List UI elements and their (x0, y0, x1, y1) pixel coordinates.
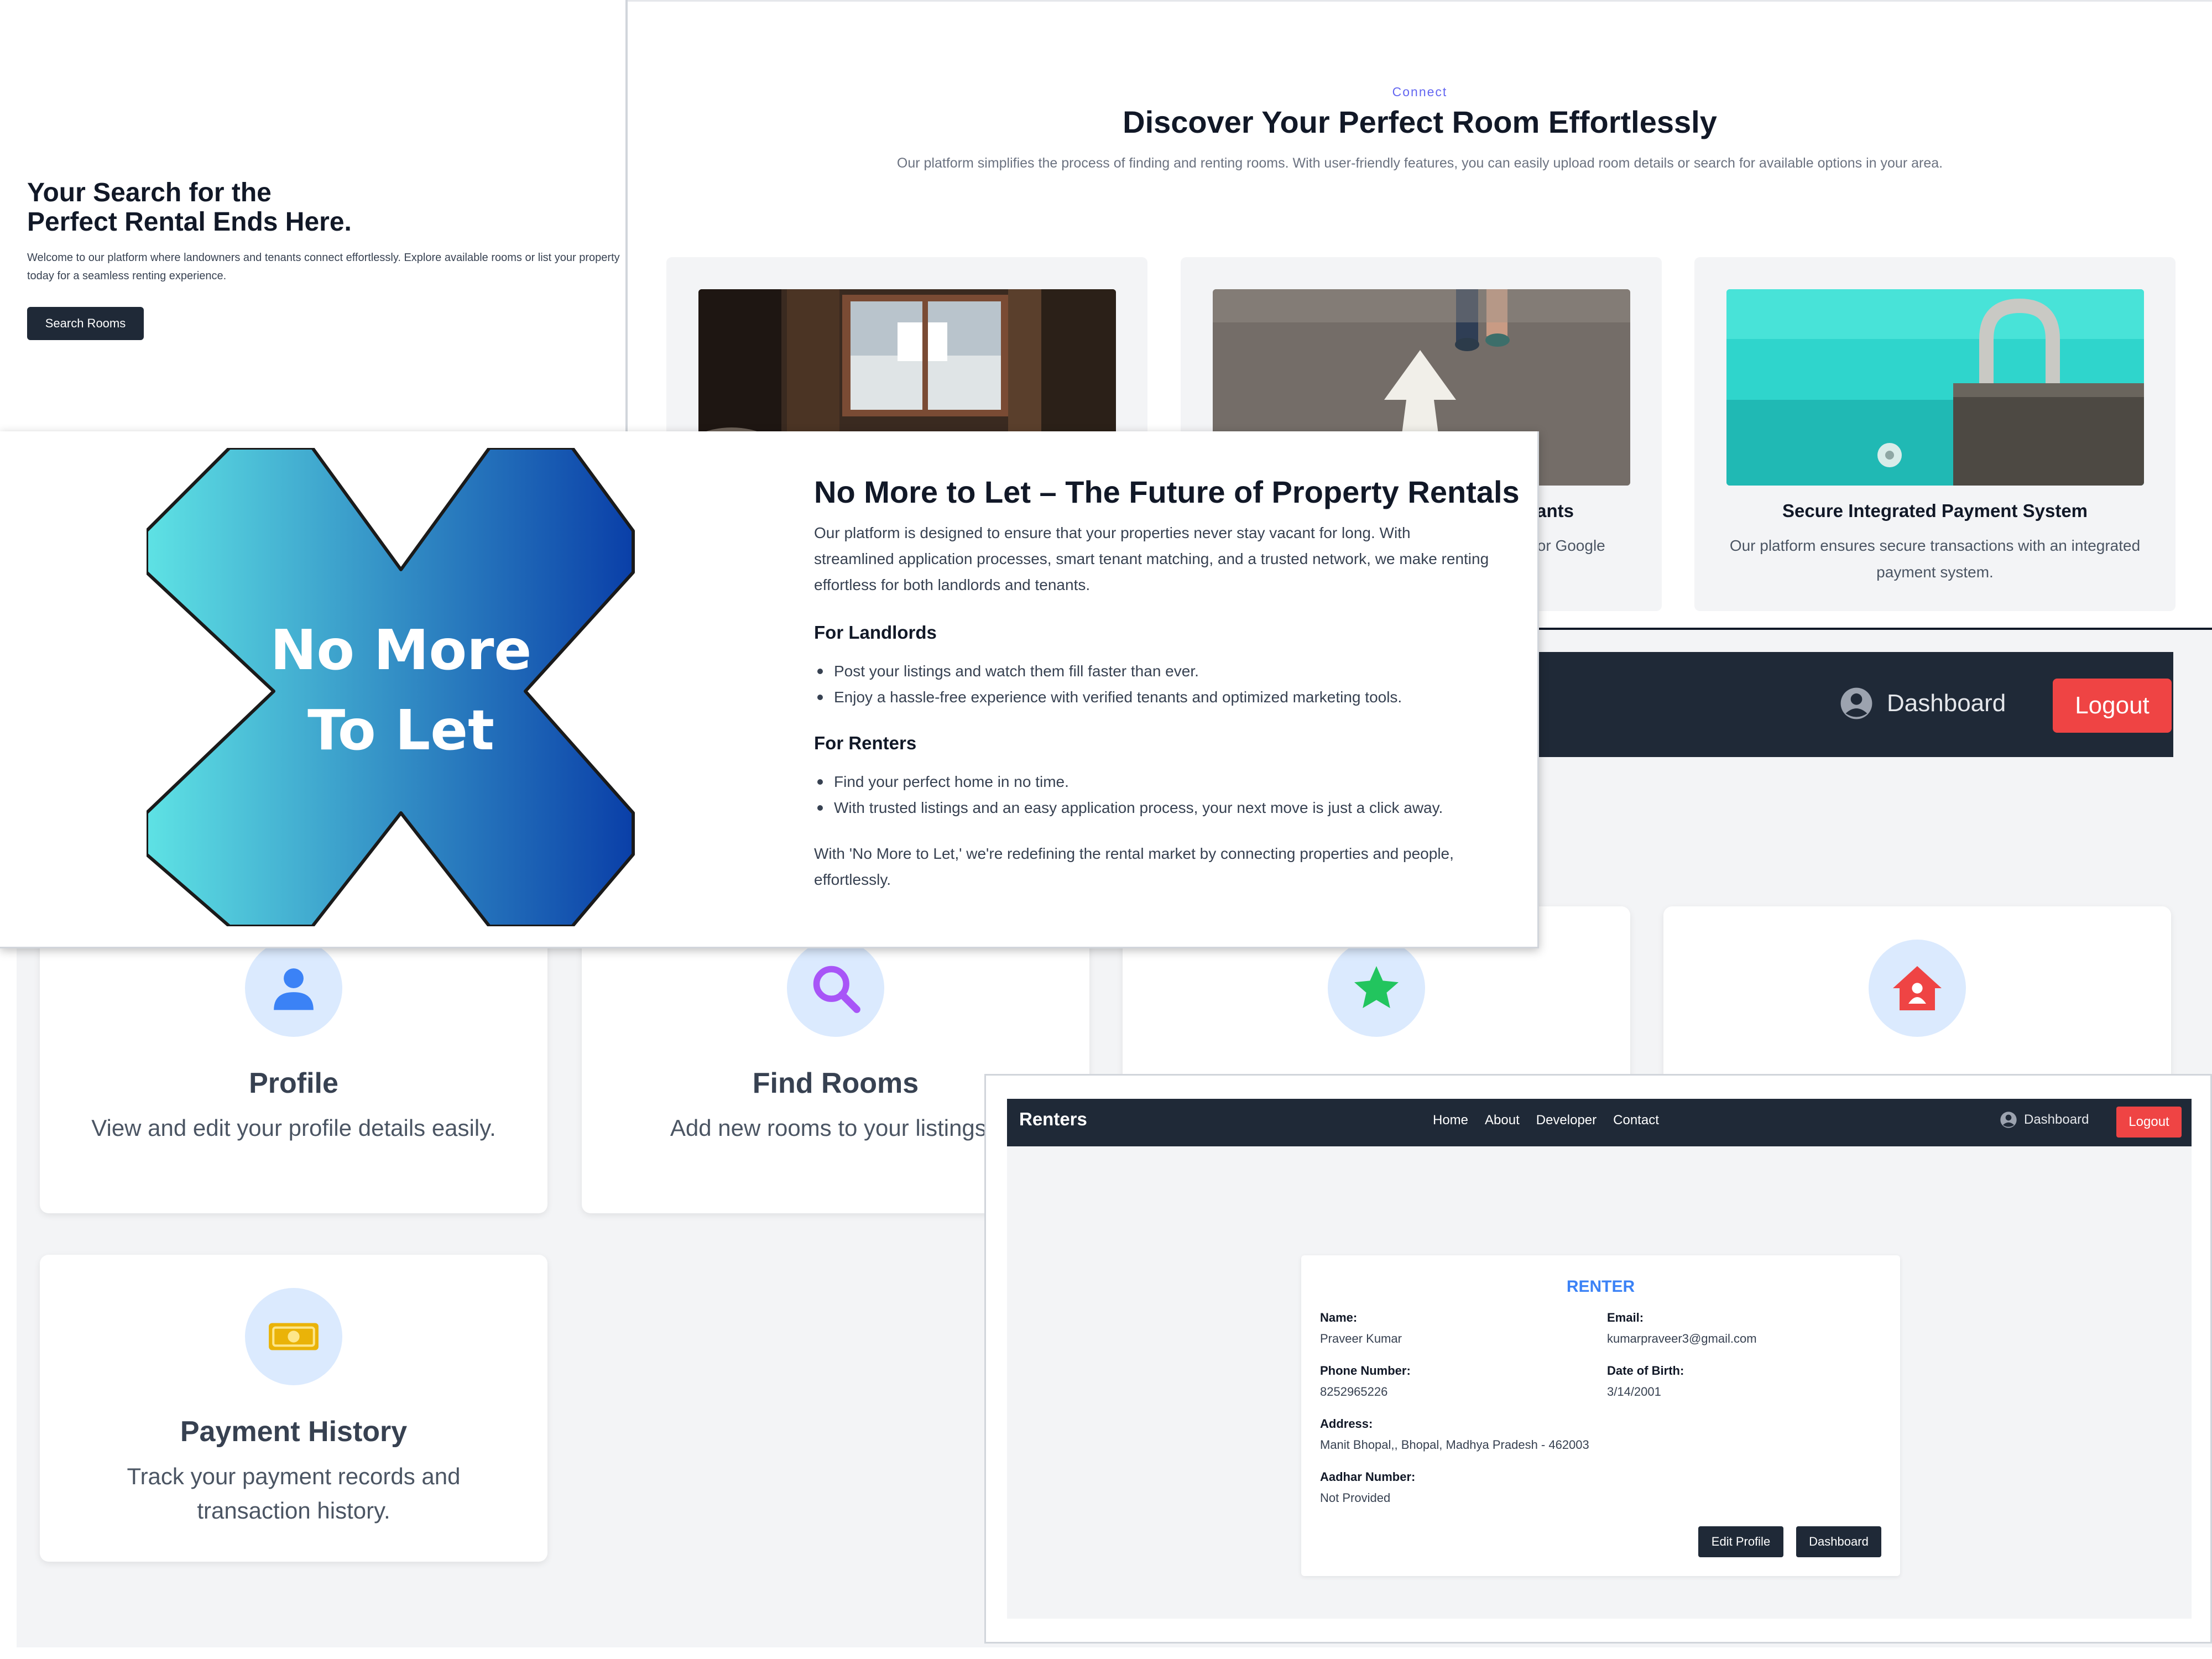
name-label: Name: (1320, 1311, 1358, 1324)
phone-value: 8252965226 (1320, 1385, 1388, 1399)
feature-card-payment: Secure Integrated Payment System Our pla… (1694, 257, 2176, 611)
padlock-image (1726, 289, 2144, 486)
about-section: No More To Let No More to Let – The Futu… (0, 431, 1539, 948)
features-subtitle: Our platform simplifies the process of f… (896, 155, 1943, 171)
nav-links: Home About Developer Contact (1433, 1113, 1659, 1128)
about-closing: With 'No More to Let,' we're redefining … (814, 845, 1454, 888)
dashboard-button[interactable]: Dashboard (1796, 1526, 1881, 1557)
list-item: Enjoy a hassle-free experience with veri… (817, 684, 1402, 710)
hero-section: Your Search for the Perfect Rental Ends … (0, 0, 628, 437)
about-intro: Our platform is designed to ensure that … (814, 524, 1489, 593)
home-icon (1893, 966, 1942, 1010)
email-label: Email: (1607, 1311, 1644, 1324)
nav-link-home[interactable]: Home (1433, 1113, 1468, 1128)
feature-card-desc: s or Google (1525, 537, 1605, 554)
card-desc: View and edit your profile details easil… (91, 1115, 496, 1141)
address-label: Address: (1320, 1417, 1373, 1431)
landlords-heading: For Landlords (814, 622, 937, 643)
nav-dashboard-link[interactable]: Dashboard (2000, 1111, 2089, 1129)
card-title: Profile (249, 1067, 338, 1099)
card-title: Payment History (180, 1416, 408, 1448)
renters-list: Find your perfect home in no time. With … (817, 769, 1443, 821)
money-bill-icon (269, 1323, 319, 1350)
search-icon (813, 966, 860, 1013)
card-desc: Track your payment records and transacti… (127, 1463, 461, 1524)
dob-value: 3/14/2001 (1607, 1385, 1661, 1399)
user-icon (274, 968, 314, 1010)
logout-button[interactable]: Logout (2053, 679, 2172, 733)
brand-logo[interactable]: Renters (1019, 1109, 1087, 1130)
feature-card-desc: Our platform ensures secure transactions… (1729, 537, 2141, 581)
edit-profile-button[interactable]: Edit Profile (1698, 1526, 1783, 1557)
list-item: Find your perfect home in no time. (817, 769, 1443, 795)
features-eyebrow: Connect (1392, 85, 1448, 99)
about-title: No More to Let – The Future of Property … (814, 474, 1520, 509)
user-circle-icon (1840, 687, 1872, 719)
aadhar-value: Not Provided (1320, 1491, 1391, 1505)
logout-button[interactable]: Logout (2116, 1107, 2182, 1138)
nav-link-contact[interactable]: Contact (1613, 1113, 1659, 1128)
renter-profile-card: RENTER Name: Praveer Kumar Email: kumarp… (1301, 1255, 1900, 1576)
list-item: Post your listings and watch them fill f… (817, 658, 1402, 684)
hero-title: Your Search for the Perfect Rental Ends … (27, 178, 352, 237)
email-value: kumarpraveer3@gmail.com (1607, 1332, 1757, 1345)
landlords-list: Post your listings and watch them fill f… (817, 658, 1402, 710)
name-value: Praveer Kumar (1320, 1332, 1402, 1345)
list-item: With trusted listings and an easy applic… (817, 795, 1443, 821)
renters-heading: For Renters (814, 733, 917, 753)
address-value: Manit Bhopal,, Bhopal, Madhya Pradesh - … (1320, 1438, 1589, 1452)
no-more-to-let-logo: No More To Let (147, 448, 635, 926)
nav-link-developer[interactable]: Developer (1536, 1113, 1597, 1128)
features-title: Discover Your Perfect Room Effortlessly (1123, 105, 1717, 139)
dashboard-card-payment-history[interactable]: Payment History Track your payment recor… (40, 1255, 547, 1562)
dob-label: Date of Birth: (1607, 1364, 1684, 1378)
svg-text:No More: No More (270, 618, 532, 682)
card-title: RENTER (1566, 1277, 1635, 1296)
phone-label: Phone Number: (1320, 1364, 1411, 1378)
nav-link-about[interactable]: About (1485, 1113, 1520, 1128)
renter-profile-section: Renters Home About Developer Contact Das… (984, 1074, 2212, 1644)
search-rooms-button[interactable]: Search Rooms (27, 307, 144, 340)
aadhar-label: Aadhar Number: (1320, 1470, 1416, 1484)
star-icon (1354, 966, 1399, 1008)
svg-text:To Let: To Let (307, 698, 494, 763)
dashboard-card-profile[interactable]: Profile View and edit your profile detai… (40, 906, 547, 1213)
user-circle-icon (2000, 1112, 2017, 1128)
nav-dashboard-link[interactable]: Dashboard (1839, 686, 2006, 721)
hero-description: Welcome to our platform where landowners… (27, 252, 620, 282)
feature-card-title: Secure Integrated Payment System (1782, 500, 2088, 521)
